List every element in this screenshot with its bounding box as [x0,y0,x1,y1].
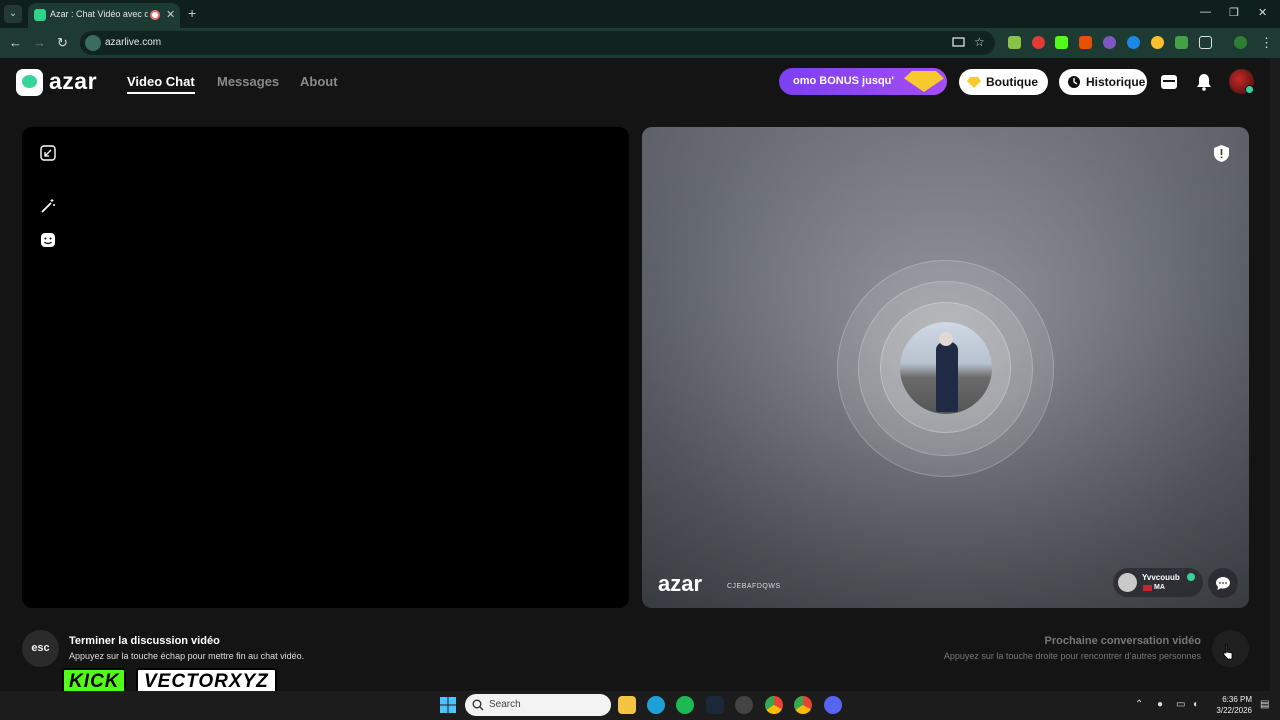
extension-icon[interactable] [1032,36,1045,49]
gem-icon [904,71,944,92]
profile-icon[interactable] [1234,36,1247,49]
azar-favicon-icon [34,9,46,21]
reload-icon[interactable]: ↻ [57,35,68,51]
tab-close-icon[interactable]: ✕ [166,8,175,21]
page-scrollbar[interactable] [1270,58,1280,691]
partner-profile-photo [900,322,992,414]
end-call-button[interactable]: esc [22,630,59,667]
history-label: Historique [1086,75,1146,89]
logo-text[interactable]: azar [49,68,97,95]
azar-logo-icon[interactable] [16,69,43,96]
local-video-panel [22,127,629,608]
clock-date: 3/22/2026 [1216,706,1252,715]
tab-search-chevron-icon[interactable]: ⌄ [4,5,22,23]
menu-kebab-icon[interactable]: ⋮ [1260,35,1273,51]
notification-icon[interactable]: ▤ [1260,699,1269,710]
clock-time: 6:36 PM [1222,695,1252,704]
microphone-icon[interactable]: ● [1157,699,1163,710]
taskbar: Search ⌃ ● ▭ ◖ 6:36 PM 3/22/2026 ▤ [0,691,1280,720]
chat-bubble-icon [1216,577,1230,590]
cast-icon[interactable] [952,36,965,49]
site-info-icon[interactable] [85,35,101,51]
taskbar-search[interactable]: Search [465,694,611,716]
browser-tab[interactable]: Azar : Chat Vidéo avec de n ✕ [28,3,180,28]
steam-icon[interactable] [706,696,724,714]
extension-icon[interactable] [1175,36,1188,49]
extension-icon[interactable] [1127,36,1140,49]
partner-info-chip[interactable]: Yvvcouub MA [1113,568,1203,597]
watermark-code: CJEBAFDQWS [727,583,781,590]
extension-icon[interactable] [1079,36,1092,49]
tab-title: Azar : Chat Vidéo avec de n [50,9,148,19]
diamond-icon [967,77,981,88]
search-icon [472,699,484,711]
verified-badge-icon [1187,573,1195,581]
promo-banner[interactable]: omo BONUS jusqu' [779,68,947,95]
nav-about[interactable]: About [300,74,338,89]
edge-icon[interactable] [647,696,665,714]
end-call-title: Terminer la discussion vidéo [69,635,220,647]
address-url: azarlive.com [105,37,162,48]
shop-label: Boutique [986,75,1038,89]
chrome-icon[interactable] [765,696,783,714]
partner-avatar [1118,573,1137,592]
clock-icon [1068,76,1080,88]
end-call-hint: Appuyez sur la touche échap pour mettre … [69,651,305,661]
close-window-button[interactable]: ✕ [1258,6,1267,19]
browser-toolbar: ← → ↻ azarlive.com ☆ ⋮ [0,28,1280,58]
extensions-puzzle-icon[interactable] [1199,36,1212,49]
next-chat-title: Prochaine conversation vidéo [1044,635,1202,647]
avatar-status-badge [1245,85,1254,94]
chat-button[interactable] [1208,568,1238,598]
extension-icon[interactable] [1103,36,1116,49]
extension-icon[interactable] [1055,36,1068,49]
inbox-icon[interactable] [1159,72,1179,92]
partner-country: MA [1154,584,1165,591]
recording-indicator-icon [150,10,160,20]
nav-messages[interactable]: Messages [217,74,279,89]
shop-button[interactable]: Boutique [959,69,1048,95]
browser-tabstrip: ⌄ Azar : Chat Vidéo avec de n ✕ + — ❐ ✕ [0,0,1280,28]
remote-video-panel: azar CJEBAFDQWS Yvvcouub MA [642,127,1249,608]
bell-icon[interactable] [1194,72,1214,92]
address-bar[interactable]: azarlive.com [80,31,995,55]
page: azar Video Chat Messages About omo BONUS… [0,58,1270,691]
extension-icon[interactable] [1151,36,1164,49]
minimize-view-icon[interactable] [40,145,56,161]
windows-start-icon[interactable] [440,697,456,713]
nav-video-chat[interactable]: Video Chat [127,74,195,89]
extension-icon[interactable] [1008,36,1021,49]
partner-name: Yvvcouub [1142,573,1180,582]
face-sticker-icon[interactable] [40,232,56,248]
person-head [939,332,953,346]
forward-icon[interactable]: → [33,35,46,50]
app-icon[interactable] [735,696,753,714]
person-figure [936,342,958,412]
spotify-icon[interactable] [676,696,694,714]
history-button[interactable]: Historique [1059,69,1147,95]
chrome-active-icon[interactable] [794,696,812,714]
next-chat-hint: Appuyez sur la touche droite pour rencon… [943,651,1201,661]
mouse-cursor-icon [1223,644,1233,660]
taskbar-clock[interactable]: 6:36 PM 3/22/2026 [1208,694,1252,716]
search-placeholder: Search [489,699,521,710]
report-shield-icon[interactable] [1213,144,1230,163]
promo-text: omo BONUS jusqu' [793,75,895,87]
network-icon[interactable]: ▭ [1176,699,1185,710]
volume-icon[interactable]: ◖ [1192,699,1198,710]
maximize-button[interactable]: ❐ [1229,6,1239,19]
bookmark-star-icon[interactable]: ☆ [974,36,987,49]
new-tab-icon[interactable]: + [188,5,196,21]
discord-icon[interactable] [824,696,842,714]
magic-wand-icon[interactable] [40,198,56,214]
country-flag-icon [1143,585,1152,591]
file-explorer-icon[interactable] [618,696,636,714]
azar-watermark: azar [658,571,703,596]
tray-chevron-icon[interactable]: ⌃ [1135,699,1143,710]
nav-active-underline [127,92,195,94]
minimize-button[interactable]: — [1200,6,1211,18]
back-icon[interactable]: ← [9,35,22,50]
